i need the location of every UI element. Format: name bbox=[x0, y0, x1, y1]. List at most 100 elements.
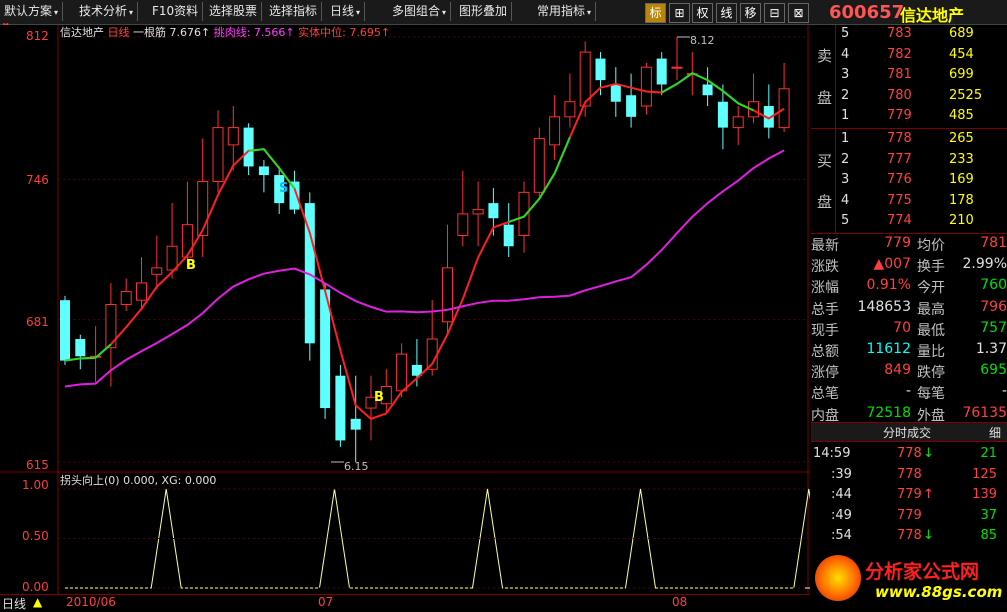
candle-body bbox=[227, 127, 239, 146]
stat-value: 148653 bbox=[857, 298, 911, 315]
k3-label: 实体中位: 7.695 bbox=[298, 26, 381, 39]
candle-body bbox=[197, 181, 209, 236]
tick-tab-bar: 分时成交 细 bbox=[811, 423, 1007, 442]
stat-value: 11612 bbox=[866, 341, 911, 357]
menu-item-6[interactable]: 多图组合 ▾ bbox=[388, 2, 452, 21]
stock-name: 信达地产 bbox=[900, 6, 965, 25]
menu-item-7[interactable]: 图形叠加 bbox=[455, 2, 513, 21]
tick-tab[interactable]: 分时成交 bbox=[883, 424, 931, 441]
candle-body bbox=[778, 88, 790, 129]
stat-value: 779 bbox=[884, 235, 911, 251]
signal-buy-1: B bbox=[186, 258, 196, 273]
menu-item-3[interactable]: 选择股票 bbox=[205, 2, 263, 21]
toolbar-tool-1[interactable]: ⊞ bbox=[669, 3, 690, 23]
chart-stock-name: 信达地产 bbox=[60, 26, 104, 39]
candle-body bbox=[732, 116, 744, 129]
candle-body bbox=[396, 353, 408, 392]
candle-body bbox=[212, 127, 224, 183]
tick-detail-tab[interactable]: 细 bbox=[989, 424, 1001, 441]
tick-arrow: ↓ bbox=[923, 528, 934, 543]
sell-volume: 689 bbox=[949, 26, 974, 41]
tick-time: :44 bbox=[831, 487, 852, 502]
menu-item-4[interactable]: 选择指标 bbox=[265, 2, 323, 21]
watermark-cn: 分析家公式网 bbox=[865, 561, 980, 583]
candle-body bbox=[671, 66, 683, 69]
buy-volume: 210 bbox=[949, 213, 974, 228]
buy-level: 3 bbox=[841, 172, 850, 187]
sub-y-0: 0.00 bbox=[22, 580, 49, 594]
candle-body bbox=[626, 95, 637, 117]
stat-label: 现手 bbox=[811, 322, 839, 339]
stat-value: 781 bbox=[980, 235, 1007, 251]
chart-header: 信达地产 日线 一根筋 7.676↑ 挑肉线: 7.566↑ 实体中位: 7.6… bbox=[60, 26, 391, 39]
toolbar-tool-5[interactable]: ⊟ bbox=[764, 3, 785, 23]
period-triangle-icon[interactable]: ▲ bbox=[33, 595, 42, 609]
stat-value: 757 bbox=[980, 319, 1007, 336]
candle-body bbox=[457, 213, 469, 236]
stat-value: 70 bbox=[893, 319, 911, 336]
signal-buy-2: B bbox=[374, 390, 384, 405]
quote-panel: 卖 盘 买 盘 5 783 689 4 782 454 3 781 699 2 780 2525 1 77… bbox=[811, 25, 1007, 611]
stat-value: 0.91% bbox=[866, 277, 911, 294]
candle-body bbox=[75, 339, 86, 357]
toolbar-tool-6[interactable]: ⊠ bbox=[788, 3, 809, 23]
buy-level: 4 bbox=[841, 192, 850, 208]
candle-body bbox=[717, 101, 728, 128]
sell-volume: 454 bbox=[949, 46, 974, 62]
buy-level: 1 bbox=[841, 131, 850, 146]
sell-price: 780 bbox=[887, 87, 912, 103]
tick-time: :39 bbox=[831, 466, 852, 482]
stat-value: 849 bbox=[884, 362, 911, 379]
tick-price: 778 bbox=[897, 466, 922, 482]
menu-item-5[interactable]: 日线 ▾ bbox=[326, 2, 366, 21]
menu-item-2[interactable]: F10资料 bbox=[148, 2, 204, 21]
stat-value: 1.37 bbox=[975, 341, 1007, 357]
stat-label: 涨跌 bbox=[811, 259, 839, 276]
candle-body bbox=[503, 224, 514, 247]
candle-body bbox=[610, 84, 621, 102]
stat-label: 跌停 bbox=[917, 365, 945, 382]
stat-label: 总手 bbox=[811, 301, 839, 318]
period-tab[interactable]: 日线 bbox=[2, 595, 26, 612]
stat-value: ▲007 bbox=[873, 256, 912, 273]
main-chart[interactable] bbox=[0, 25, 810, 594]
menu-item-8[interactable]: 常用指标 ▾ bbox=[533, 2, 597, 21]
menubar: ✖ 默认方案▾技术分析▾F10资料选择股票选择指标日线▾多图组合▾图形叠加常用指… bbox=[0, 0, 1007, 32]
candle-body bbox=[533, 137, 545, 193]
stat-value: - bbox=[1001, 383, 1007, 400]
menu-item-1[interactable]: 技术分析 ▾ bbox=[75, 2, 139, 21]
sell-level: 4 bbox=[841, 46, 850, 62]
chevron-down-icon: ▾ bbox=[442, 8, 447, 17]
k1-label: 一根筋 7.676 bbox=[133, 26, 201, 39]
menu-item-0[interactable]: 默认方案 ▾ bbox=[0, 2, 64, 21]
buy-volume: 265 bbox=[949, 131, 974, 146]
stat-label: 今开 bbox=[917, 280, 945, 297]
candle-body bbox=[136, 282, 147, 301]
toolbar-tool-3[interactable]: 线 bbox=[716, 3, 737, 23]
watermark: 分析家公式网 www.88gs.com bbox=[815, 553, 1007, 611]
menu-item-label: 多图组合 bbox=[392, 4, 441, 18]
stat-label: 最低 bbox=[917, 322, 945, 339]
y-tick-615: 615 bbox=[26, 458, 49, 472]
stat-label: 最新 bbox=[811, 238, 839, 254]
y-tick-746: 746 bbox=[26, 173, 49, 187]
candle-body bbox=[549, 116, 561, 146]
candle-body bbox=[166, 245, 178, 271]
candle-body bbox=[656, 58, 667, 85]
candle-body bbox=[595, 58, 606, 81]
sub-chart-header: 拐头向上(0) 0.000, XG: 0.000 bbox=[60, 474, 217, 487]
tick-arrow: ↑ bbox=[923, 487, 934, 502]
toolbar-tool-4[interactable]: 移 bbox=[740, 3, 761, 23]
candle-body bbox=[472, 209, 484, 215]
stat-label: 内盘 bbox=[811, 407, 839, 424]
toolbar-tool-0[interactable]: 标 bbox=[645, 3, 666, 23]
sell-price: 782 bbox=[887, 46, 912, 62]
menu-item-label: 技术分析 bbox=[79, 4, 128, 18]
stat-value: 76135 bbox=[962, 404, 1007, 421]
tick-time: 14:59 bbox=[813, 446, 851, 461]
menu-item-label: 图形叠加 bbox=[459, 4, 508, 18]
stat-label: 外盘 bbox=[917, 407, 945, 424]
sell-level: 1 bbox=[841, 108, 850, 123]
toolbar-tool-2[interactable]: 权 bbox=[692, 3, 713, 23]
stat-label: 每笔 bbox=[917, 386, 945, 403]
